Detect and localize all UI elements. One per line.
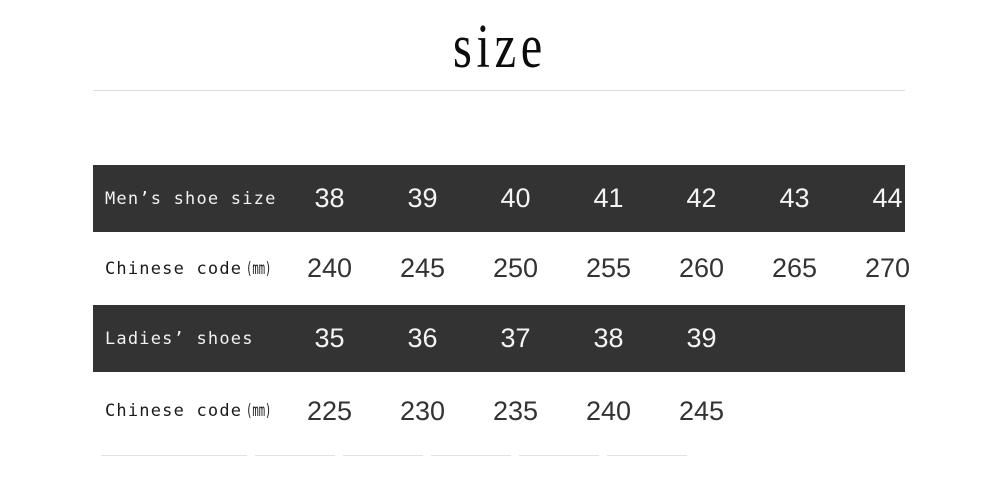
cell-border-segment [431,455,511,456]
table-cell: 36 [407,323,438,353]
row-label: Chinese code (mm) [93,372,283,450]
row-label-unit: (mm) [246,258,272,279]
cell-border-segment [343,455,423,456]
table-cell: 245 [399,253,446,283]
table-cell: 240 [306,253,353,283]
table-cell: 240 [585,395,632,426]
table-cell: 255 [585,253,632,283]
table-row: Chinese code (mm) 240 245 250 255 260 265… [93,232,910,305]
cell-border-segment [607,455,687,456]
row-label: Ladies’ shoes [93,305,283,372]
table-cell: 41 [593,183,624,213]
table-cell: 225 [306,395,353,426]
table-cell: 39 [407,183,438,213]
table-cell: 38 [593,323,624,353]
row-label-text: Chinese code [105,401,243,421]
row-label-unit: (mm) [246,401,272,421]
table-cell: 270 [864,253,911,283]
table-cell: 245 [678,395,725,426]
row-label: Men’s shoe size [93,165,283,232]
size-chart-table: Men’s shoe size 38 39 40 41 42 43 44 Chi… [93,165,910,450]
table-cell: 44 [872,183,903,213]
table-cell: 40 [500,183,531,213]
table-cell [748,372,841,450]
truncated-table-row-borders [93,455,905,502]
row-label: Chinese code (mm) [93,232,283,305]
table-cell: 230 [399,395,446,426]
table-cell: 37 [500,323,531,353]
table-cell [841,305,934,372]
table-cell [841,372,934,450]
cell-border-segment [101,455,247,456]
row-label-text: Ladies’ shoes [105,328,254,349]
cell-border-segment [519,455,599,456]
table-cell: 38 [314,183,345,213]
page-title: size [453,13,547,81]
table-row: Ladies’ shoes 35 36 37 38 39 [93,305,905,372]
table-cell: 250 [492,253,539,283]
table-cell: 39 [686,323,717,353]
header-divider [93,90,905,91]
table-cell: 43 [779,183,810,213]
row-label-text: Chinese code [105,258,243,279]
table-cell: 260 [678,253,725,283]
cell-border-segment [255,455,335,456]
table-cell: 35 [314,323,345,353]
table-cell: 265 [771,253,818,283]
table-cell [748,305,841,372]
table-row: Men’s shoe size 38 39 40 41 42 43 44 [93,165,905,232]
row-label-text: Men’s shoe size [105,188,277,209]
table-row: Chinese code (mm) 225 230 235 240 245 [93,372,905,450]
header: size [0,0,1000,91]
table-cell: 235 [492,395,539,426]
table-cell: 42 [686,183,717,213]
